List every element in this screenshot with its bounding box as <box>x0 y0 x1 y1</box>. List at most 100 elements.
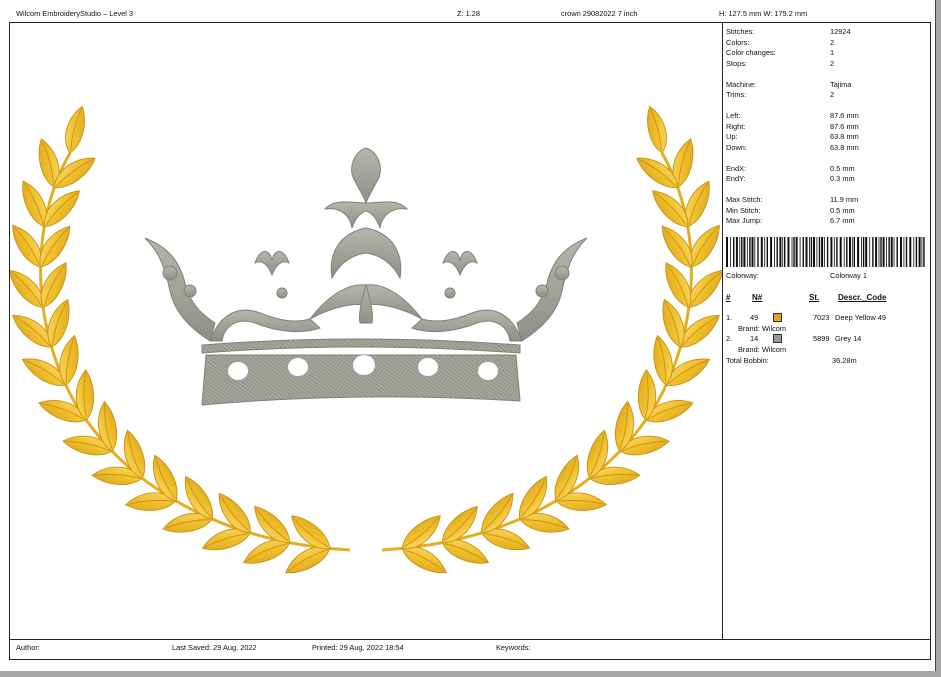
barcode-bar <box>818 237 821 267</box>
crown-embroidery <box>144 147 588 406</box>
barcode-bar <box>764 237 766 267</box>
stat-value: 0.3 mm <box>830 174 855 183</box>
barcode-bar <box>836 237 838 267</box>
design-canvas[interactable] <box>10 23 722 639</box>
barcode-bar <box>730 237 731 267</box>
barcode-bar <box>862 237 865 267</box>
thread-row-brand: Brand: Wilcom <box>738 324 787 333</box>
stat-value: 0.5 mm <box>830 205 855 215</box>
barcode-bar <box>810 237 813 267</box>
thread-color-swatch <box>773 334 782 343</box>
barcode-bar <box>782 237 784 267</box>
barcode-bar <box>872 237 874 267</box>
barcode-bar <box>813 237 815 267</box>
panel-divider <box>722 22 723 639</box>
thread-row-brand: Brand: Wilcom <box>738 345 787 354</box>
barcode-bar <box>875 237 878 267</box>
stat-label: Color changes: <box>726 48 776 57</box>
stat-label: Trims: <box>726 90 747 99</box>
design-dimensions: H: 127.5 mm W: 175.2 mm <box>719 9 808 18</box>
colorway-value: Colorway 1 <box>830 271 867 280</box>
barcode-bar <box>739 237 741 267</box>
stat-label: EndY: <box>726 174 746 183</box>
barcode-bar <box>913 237 915 267</box>
stat-value: 1 <box>830 48 835 57</box>
barcode-bar <box>888 237 890 267</box>
barcode-bar <box>861 237 862 267</box>
thread-row-stitches: 7023 <box>813 313 830 322</box>
laurel-leaf <box>58 103 92 156</box>
barcode-bar <box>766 237 768 267</box>
barcode-bar <box>784 237 786 267</box>
total-bobbin-label: Total Bobbin: <box>726 356 769 365</box>
col-header-stitches: St. <box>809 293 820 302</box>
stat-value: 2 <box>830 58 835 68</box>
stat-label: Right: <box>726 121 746 131</box>
barcode-bar <box>905 237 908 267</box>
barcode-bar <box>882 237 885 267</box>
barcode-bar <box>757 237 759 267</box>
barcode-bar <box>843 237 845 267</box>
barcode-bar <box>880 237 882 267</box>
stat-value: 63.8 mm <box>830 142 859 152</box>
barcode-icon <box>726 237 925 267</box>
barcode-bar <box>857 237 860 267</box>
stat-value: 12924 <box>830 27 851 36</box>
stat-value: 63.8 mm <box>830 132 859 141</box>
barcode-bar <box>741 237 743 267</box>
barcode-bar <box>743 237 746 267</box>
barcode-bar <box>833 237 835 267</box>
app-title: Wilcom EmbroideryStudio – Level 3 <box>16 9 134 18</box>
barcode-bar <box>900 237 902 267</box>
barcode-bar <box>839 237 842 267</box>
barcode-bar <box>799 237 801 267</box>
barcode-bar <box>909 237 912 267</box>
barcode-bar <box>787 237 790 267</box>
barcode-bar <box>779 237 782 267</box>
barcode-bar <box>923 237 925 267</box>
stat-label: Machine: <box>726 79 756 89</box>
window-bottom-edge <box>0 671 941 677</box>
stat-label: Stops: <box>726 58 747 68</box>
stat-value: 2 <box>830 37 835 47</box>
barcode-bar <box>733 237 735 267</box>
barcode-bar <box>824 237 825 267</box>
barcode-bar <box>809 237 810 267</box>
barcode-bar <box>749 237 751 267</box>
col-header-description: Descr._Code <box>838 293 887 302</box>
barcode-bar <box>886 237 887 267</box>
barcode-bar <box>726 237 728 267</box>
footer-last-saved: Last Saved: 29 Aug, 2022 <box>172 643 257 652</box>
stat-label: Colors: <box>726 37 750 47</box>
barcode-bar <box>793 237 795 267</box>
design-name: crown 29082022 7 inch <box>561 9 638 18</box>
stat-value: 11.9 mm <box>830 195 859 204</box>
stat-label: Max Jump: <box>726 216 763 225</box>
stat-value: 0.5 mm <box>830 163 855 173</box>
colorway-label: Colorway: <box>726 271 759 280</box>
stat-label: Up: <box>726 132 738 141</box>
thread-row-index: 2. <box>726 334 733 343</box>
stat-label: EndX: <box>726 163 747 173</box>
stat-value: Tajima <box>830 79 852 89</box>
barcode-bar <box>849 237 851 267</box>
barcode-bar <box>826 237 829 267</box>
barcode-bar <box>890 237 893 267</box>
thread-row-stitches: 5899 <box>813 334 830 343</box>
barcode-bar <box>774 237 775 267</box>
barcode-bar <box>851 237 853 267</box>
col-header-index: # <box>726 293 731 302</box>
barcode-bar <box>869 237 871 267</box>
barcode-bar <box>816 237 818 267</box>
barcode-bar <box>802 237 804 267</box>
barcode-bar <box>921 237 923 267</box>
stat-label: Min Stitch: <box>726 205 761 215</box>
thread-row-index: 1. <box>726 313 733 322</box>
footer-divider <box>9 639 931 640</box>
barcode-bar <box>770 237 773 267</box>
thread-row-description: Grey 14 <box>835 334 862 343</box>
stat-label: Max Stitch: <box>726 195 763 204</box>
footer-keywords: Keywords: <box>496 643 531 652</box>
barcode-bar <box>830 237 833 267</box>
barcode-bar <box>846 237 848 267</box>
